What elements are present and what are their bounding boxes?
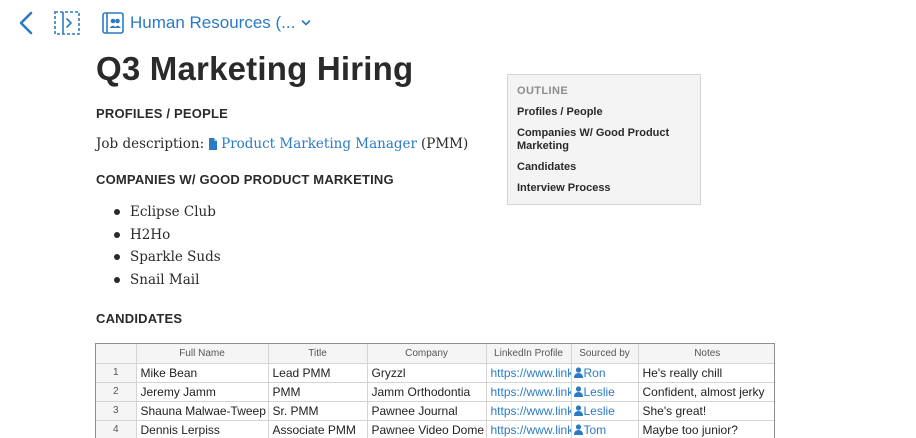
cell-title[interactable]: Lead PMM <box>268 363 368 383</box>
cell-title[interactable]: Associate PMM <box>268 420 368 438</box>
cell-notes[interactable]: She's great! <box>638 401 774 421</box>
outline-item-candidates[interactable]: Candidates <box>517 161 691 174</box>
document-title: Q3 Marketing Hiring <box>96 50 414 87</box>
person-icon <box>573 366 583 378</box>
table-header-row: Full Name Title Company LinkedIn Profile… <box>96 344 774 364</box>
column-header-linkedin[interactable]: LinkedIn Profile <box>486 344 572 364</box>
cell-full-name[interactable]: Shauna Malwae-Tweep <box>136 401 269 421</box>
column-header-company[interactable]: Company <box>367 344 487 364</box>
outline-item-companies[interactable]: Companies W/ Good Product Marketing <box>517 127 691 153</box>
bullet-icon <box>114 276 120 283</box>
column-header-row-number <box>96 344 137 364</box>
folder-breadcrumb[interactable]: Human Resources (... <box>102 10 311 36</box>
job-description-prefix: Job description: <box>96 136 205 152</box>
bullet-icon <box>114 254 120 260</box>
list-item: Eclipse Club <box>112 202 221 225</box>
row-number: 1 <box>96 363 137 383</box>
chevron-left-icon <box>19 11 33 35</box>
person-icon <box>573 404 583 416</box>
column-header-title[interactable]: Title <box>268 344 368 364</box>
job-description-line: Job description: Product Marketing Manag… <box>96 136 468 152</box>
cell-notes[interactable]: Confident, almost jerky <box>638 382 774 402</box>
sidebar-toggle-button[interactable] <box>54 11 80 35</box>
cell-linkedin-link[interactable]: https://www.linkedin.com <box>486 363 572 383</box>
cell-full-name[interactable]: Dennis Lerpiss <box>136 420 269 438</box>
list-item: Sparkle Suds <box>112 247 221 270</box>
table-row: 1 Mike Bean Lead PMM Gryzzl https://www.… <box>96 363 774 383</box>
outline-panel: OUTLINE Profiles / People Companies W/ G… <box>507 74 701 205</box>
cell-company[interactable]: Pawnee Journal <box>367 401 487 421</box>
job-description-link[interactable]: Product Marketing Manager <box>208 136 417 152</box>
section-heading-candidates: CANDIDATES <box>96 311 183 326</box>
cell-company[interactable]: Gryzzl <box>367 363 487 383</box>
row-number: 3 <box>96 401 137 421</box>
cell-sourced-by[interactable]: Tom <box>571 420 639 438</box>
person-icon <box>573 423 583 435</box>
section-heading-companies: COMPANIES W/ GOOD PRODUCT MARKETING <box>96 172 394 187</box>
table-row: 2 Jeremy Jamm PMM Jamm Orthodontia https… <box>96 382 774 402</box>
job-description-link-text[interactable]: Product Marketing Manager <box>221 136 417 152</box>
bullet-icon <box>114 231 120 238</box>
column-header-full-name[interactable]: Full Name <box>136 344 269 364</box>
chevron-down-icon[interactable] <box>301 19 311 27</box>
cell-linkedin-link[interactable]: https://www.linkedin.com <box>486 420 572 438</box>
cell-title[interactable]: PMM <box>268 382 368 402</box>
companies-list: Eclipse Club H2Ho Sparkle Suds Snail Mai… <box>112 202 221 292</box>
cell-notes[interactable]: Maybe too junior? <box>638 420 774 438</box>
list-item: Snail Mail <box>112 270 221 293</box>
column-header-notes[interactable]: Notes <box>638 344 774 364</box>
row-number: 4 <box>96 420 137 438</box>
outline-item-interview-process[interactable]: Interview Process <box>517 182 691 195</box>
row-number: 2 <box>96 382 137 402</box>
document-icon <box>209 138 218 150</box>
shared-folder-icon <box>102 12 124 34</box>
bullet-icon <box>114 209 120 215</box>
person-icon <box>573 385 583 397</box>
back-button[interactable] <box>16 10 38 36</box>
cell-company[interactable]: Jamm Orthodontia <box>367 382 487 402</box>
outline-item-profiles[interactable]: Profiles / People <box>517 106 691 119</box>
table-row: 4 Dennis Lerpiss Associate PMM Pawnee Vi… <box>96 420 774 438</box>
cell-company[interactable]: Pawnee Video Dome <box>367 420 487 438</box>
cell-full-name[interactable]: Mike Bean <box>136 363 269 383</box>
outline-heading: OUTLINE <box>517 85 569 97</box>
cell-sourced-by[interactable]: Leslie <box>571 382 639 402</box>
sidebar-toggle-icon <box>54 11 80 35</box>
job-description-suffix: (PMM) <box>420 136 469 152</box>
cell-linkedin-link[interactable]: https://www.linkedin.com <box>486 401 572 421</box>
list-item: H2Ho <box>112 225 221 248</box>
cell-sourced-by[interactable]: Ron <box>571 363 639 383</box>
cell-sourced-by[interactable]: Leslie <box>571 401 639 421</box>
section-heading-profiles: PROFILES / PEOPLE <box>96 106 228 121</box>
cell-title[interactable]: Sr. PMM <box>268 401 368 421</box>
cell-full-name[interactable]: Jeremy Jamm <box>136 382 269 402</box>
cell-linkedin-link[interactable]: https://www.linkedin.com <box>486 382 572 402</box>
column-header-sourced-by[interactable]: Sourced by <box>571 344 639 364</box>
candidates-table: Full Name Title Company LinkedIn Profile… <box>95 343 775 438</box>
folder-title[interactable]: Human Resources (... <box>130 13 295 33</box>
table-row: 3 Shauna Malwae-Tweep Sr. PMM Pawnee Jou… <box>96 401 774 421</box>
cell-notes[interactable]: He's really chill <box>638 363 774 383</box>
